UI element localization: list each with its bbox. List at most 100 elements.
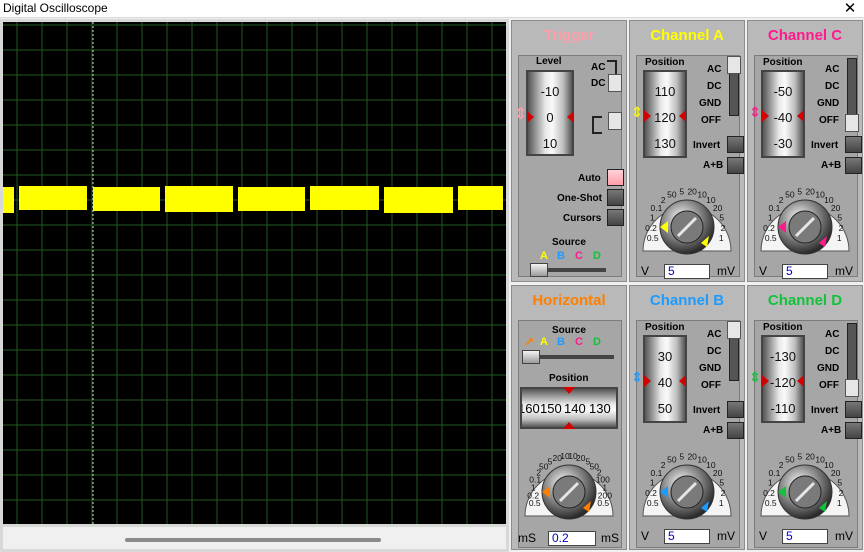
knob-tick-label: 5 — [797, 451, 802, 461]
knob-dial: 0.50.210.1250 5 20101020 5 50210012000.5 — [524, 451, 614, 520]
channel-a-coupling-switch[interactable] — [727, 56, 741, 74]
coupling-off-label: OFF — [701, 380, 721, 391]
channel-b-position-label: Position — [645, 322, 685, 333]
knob-tick-label: 50 — [667, 189, 677, 199]
knob-dial: 0.50.210.1250 5 20 101020521 — [760, 451, 850, 520]
knob-tick-label: 50 — [785, 189, 795, 199]
timebase-knob[interactable]: 0.5 0.2 1 0.1 2 50 5 20 10 10 20 5 50 2 100 1 200 0.5 — [512, 434, 626, 530]
knob-tick-label: 2 — [661, 460, 666, 470]
knob-tick-label: 1 — [837, 233, 842, 243]
channel-c-volts-knob[interactable]: 0.5 0.2 1 0.1 2 50 5 20 10 10 20 5 2 1 — [749, 170, 861, 264]
trigger-dc-label: DC — [591, 78, 606, 89]
coupling-gnd-label: GND — [817, 98, 840, 109]
channel-a-trace-segment — [165, 186, 233, 212]
channel-d-position-label: Position — [763, 322, 803, 333]
source-letter-b: B — [557, 336, 565, 348]
timebase-readout[interactable]: 0.2 — [548, 531, 596, 546]
channel-a-position-label: Position — [645, 57, 685, 68]
channel-a-volts-knob[interactable]: 0.5 0.2 1 0.1 2 50 5 20 10 10 20 5 2 1 — [631, 170, 743, 264]
channel-a-volts-readout[interactable]: 5 — [664, 264, 710, 279]
channel-d-coupling-switch[interactable] — [845, 379, 859, 397]
coupling-dc-label: DC — [825, 346, 840, 357]
drum-value: 0 — [546, 110, 554, 125]
position-marker-top-icon — [563, 387, 575, 394]
drum-value: 130 — [654, 136, 676, 151]
channel-b-updown-arrow-icon[interactable]: ⇕ — [631, 369, 643, 386]
trigger-source-label: Source — [552, 237, 586, 248]
knob-tick-label: 2 — [779, 195, 784, 205]
unit-right: mV — [717, 264, 735, 278]
horizontal-source-slider-thumb[interactable] — [522, 350, 540, 364]
knob-tick-label: 20 — [831, 203, 841, 213]
knob-tick-label: 0.5 — [647, 498, 659, 508]
level-marker-left-icon — [527, 111, 534, 123]
knob-tick-label: 0.5 — [597, 498, 609, 508]
channel-c-title: Channel C — [767, 27, 843, 44]
coupling-gnd-label: GND — [817, 363, 840, 374]
edge-bracket — [592, 116, 602, 134]
knob-dial: 0.50.210.1250 5 20 101020521 — [760, 186, 850, 255]
unit-right: mV — [835, 264, 853, 278]
drum-value: 110 — [654, 84, 676, 99]
position-marker-left-icon — [644, 110, 651, 122]
channel-b-volts-knob[interactable]: 0.5 0.2 1 0.1 2 50 5 20 10 10 20 5 2 1 — [631, 435, 743, 529]
channel-a-invert-button[interactable] — [727, 136, 744, 153]
unit-right: mS — [601, 531, 619, 545]
knob-tick-label: 2 — [661, 195, 666, 205]
knob-tick-label: 1 — [768, 213, 773, 223]
horizontal-source-label: Source — [552, 325, 586, 336]
unit-right: mV — [717, 529, 735, 543]
drum-value: -110 — [770, 401, 796, 416]
oneshot-button[interactable] — [607, 189, 624, 206]
auto-button[interactable] — [607, 169, 624, 186]
coupling-ac-label: AC — [707, 329, 722, 340]
cursors-label: Cursors — [563, 213, 602, 224]
knob-tick-label: 1 — [650, 478, 655, 488]
knob-tick-label: 2 — [721, 488, 726, 498]
drum-value: -50 — [773, 84, 793, 99]
knob-tick-label: 0.2 — [763, 223, 775, 233]
knob-tick-label: 0.2 — [645, 223, 657, 233]
trigger-coupling-switch[interactable] — [608, 74, 622, 92]
channel-b-invert-button[interactable] — [727, 401, 744, 418]
position-marker-left-icon — [762, 110, 769, 122]
scrollbar-thumb[interactable] — [125, 538, 381, 542]
channel-c-volts-readout[interactable]: 5 — [782, 264, 828, 279]
knob-tick-label: 5 — [719, 478, 724, 488]
coupling-ac-label: AC — [825, 329, 840, 340]
channel-a-trace-segment — [384, 187, 453, 213]
coupling-ac-label: AC — [825, 64, 840, 75]
trigger-updown-arrow-icon[interactable]: ⇕ — [514, 104, 527, 124]
channel-d-updown-arrow-icon[interactable]: ⇕ — [749, 369, 761, 386]
invert-label: Invert — [811, 405, 839, 416]
channel-c-coupling-switch[interactable] — [845, 114, 859, 132]
cursors-button[interactable] — [607, 209, 624, 226]
trigger-source-slider-thumb[interactable] — [530, 263, 548, 277]
drum-value: 130 — [589, 401, 611, 416]
knob-tick-label: 5 — [719, 213, 724, 223]
trigger-edge-switch[interactable] — [608, 112, 622, 130]
knob-tick-label: 50 — [785, 454, 795, 464]
source-letter-a: A — [540, 336, 548, 348]
knob-tick-label: 5 — [679, 186, 684, 196]
position-marker-right-icon — [797, 375, 804, 387]
knob-tick-label: 1 — [719, 233, 724, 243]
knob-tick-label: 1 — [768, 478, 773, 488]
close-button[interactable]: ✕ — [836, 0, 864, 18]
channel-b-coupling-switch[interactable] — [727, 321, 741, 339]
channel-d-volts-readout[interactable]: 5 — [782, 529, 828, 544]
channel-b-volts-readout[interactable]: 5 — [664, 529, 710, 544]
channel-d-invert-button[interactable] — [845, 401, 862, 418]
channel-a-updown-arrow-icon[interactable]: ⇕ — [631, 104, 643, 121]
unit-left: V — [759, 264, 768, 278]
channel-c-invert-button[interactable] — [845, 136, 862, 153]
oscilloscope-display — [3, 22, 506, 524]
switch-bracket — [607, 60, 617, 74]
unit-left: V — [641, 264, 650, 278]
channel-d-title: Channel D — [767, 292, 843, 309]
position-marker-right-icon — [797, 110, 804, 122]
channel-d-volts-knob[interactable]: 0.5 0.2 1 0.1 2 50 5 20 10 10 20 5 2 1 — [749, 435, 861, 529]
channel-a-trace-segment — [93, 187, 160, 211]
channel-c-updown-arrow-icon[interactable]: ⇕ — [749, 104, 761, 121]
invert-label: Invert — [811, 140, 839, 151]
